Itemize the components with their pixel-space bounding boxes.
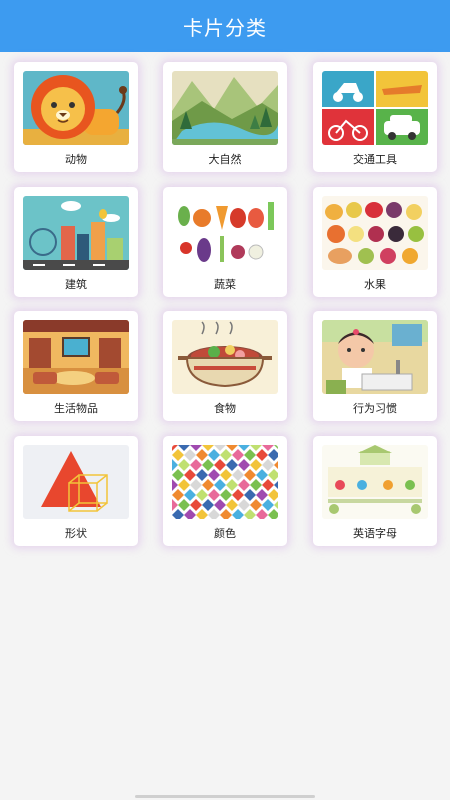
category-card-buildings[interactable]: 建筑 bbox=[14, 187, 138, 297]
category-label: 建筑 bbox=[65, 278, 87, 291]
category-card-household[interactable]: 生活物品 bbox=[14, 311, 138, 421]
category-label: 英语字母 bbox=[353, 527, 397, 540]
category-card-animals[interactable]: 动物 bbox=[14, 62, 138, 172]
category-label: 水果 bbox=[364, 278, 386, 291]
category-card-food[interactable]: 食物 bbox=[163, 311, 287, 421]
category-label: 动物 bbox=[65, 153, 87, 166]
category-card-vegetables[interactable]: 蔬菜 bbox=[163, 187, 287, 297]
color-diamonds-icon bbox=[172, 445, 278, 519]
english-letters-icon bbox=[322, 445, 428, 519]
triangle-cube-icon bbox=[23, 445, 129, 519]
hot-pot-icon bbox=[172, 320, 278, 394]
category-label: 大自然 bbox=[208, 153, 242, 166]
city-buildings-icon bbox=[23, 196, 129, 270]
nature-landscape-icon bbox=[172, 71, 278, 145]
category-card-fruits[interactable]: 水果 bbox=[313, 187, 437, 297]
category-label: 食物 bbox=[214, 402, 236, 415]
lion-icon bbox=[23, 71, 129, 145]
child-washing-icon bbox=[322, 320, 428, 394]
category-label: 蔬菜 bbox=[214, 278, 236, 291]
category-card-habits[interactable]: 行为习惯 bbox=[313, 311, 437, 421]
category-label: 颜色 bbox=[214, 527, 236, 540]
category-label: 形状 bbox=[65, 527, 87, 540]
category-label: 交通工具 bbox=[353, 153, 397, 166]
category-card-nature[interactable]: 大自然 bbox=[163, 62, 287, 172]
category-label: 行为习惯 bbox=[353, 402, 397, 415]
category-card-shapes[interactable]: 形状 bbox=[14, 436, 138, 546]
vegetables-icon bbox=[172, 196, 278, 270]
vehicles-icon bbox=[322, 71, 428, 145]
top-app-bar: 卡片分类 bbox=[0, 0, 450, 52]
page-title: 卡片分类 bbox=[183, 15, 267, 40]
home-indicator-bar[interactable] bbox=[135, 795, 315, 798]
category-label: 生活物品 bbox=[54, 402, 98, 415]
category-card-colors[interactable]: 颜色 bbox=[163, 436, 287, 546]
category-card-english-letters[interactable]: 英语字母 bbox=[313, 436, 437, 546]
category-card-vehicles[interactable]: 交通工具 bbox=[313, 62, 437, 172]
living-room-icon bbox=[23, 320, 129, 394]
fruits-icon bbox=[322, 196, 428, 270]
